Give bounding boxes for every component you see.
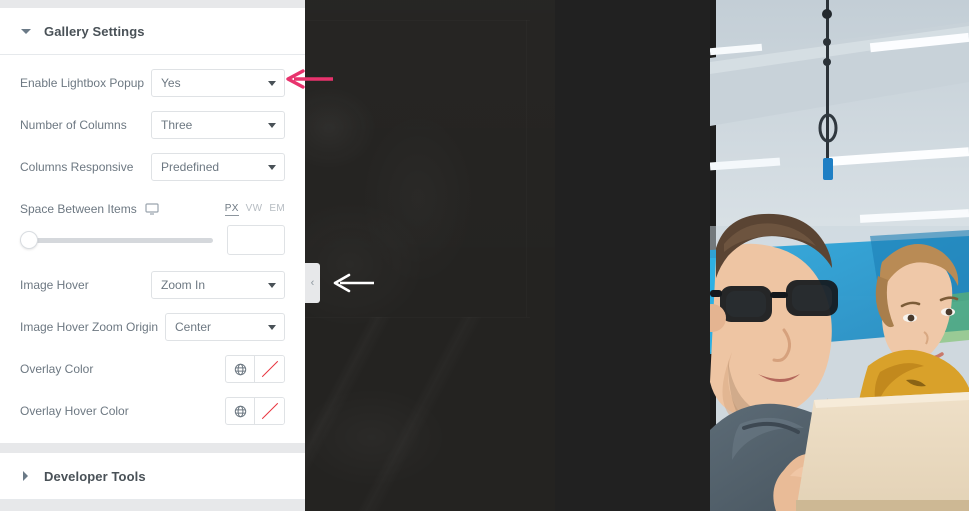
chevron-down-icon (268, 80, 276, 86)
label-image-hover: Image Hover (20, 278, 89, 292)
slider-track (20, 237, 213, 243)
caret-down-icon (20, 25, 32, 37)
row-space-between-items: Space Between Items PX VW EM (20, 195, 285, 223)
chevron-left-icon: ‹ (310, 276, 315, 289)
gallery-settings-body: Enable Lightbox Popup Yes Number of Colu… (0, 55, 305, 443)
editor-screen: Gallery Settings Enable Lightbox Popup Y… (0, 0, 969, 511)
enable-lightbox-select[interactable]: Yes (151, 69, 285, 97)
row-number-of-columns: Number of Columns Three (20, 111, 285, 139)
unit-vw[interactable]: VW (246, 203, 263, 215)
globe-icon[interactable] (226, 356, 255, 382)
panel-filler (0, 500, 305, 511)
space-between-items-control (20, 225, 285, 255)
overlay-color-picker[interactable] (225, 355, 285, 383)
label-number-of-columns: Number of Columns (20, 118, 127, 132)
unit-switcher: PX VW EM (224, 203, 285, 216)
caret-right-icon (20, 470, 32, 482)
overlay-color-swatch[interactable] (255, 356, 284, 382)
label-image-hover-zoom-origin: Image Hover Zoom Origin (20, 320, 159, 334)
chevron-down-icon (268, 164, 276, 170)
slider-handle[interactable] (20, 231, 38, 249)
image-hover-select[interactable]: Zoom In (151, 271, 285, 299)
columns-responsive-select[interactable]: Predefined (151, 153, 285, 181)
row-image-hover-zoom-origin: Image Hover Zoom Origin Center (20, 313, 285, 341)
row-overlay-hover-color: Overlay Hover Color (20, 397, 285, 425)
section-header-developer-tools[interactable]: Developer Tools (0, 453, 305, 500)
row-overlay-color: Overlay Color (20, 355, 285, 383)
label-enable-lightbox: Enable Lightbox Popup (20, 76, 145, 90)
enable-lightbox-value: Yes (161, 76, 181, 90)
columns-responsive-value: Predefined (161, 160, 220, 174)
panel-collapse-handle[interactable]: ‹ (305, 263, 320, 303)
settings-panel: Gallery Settings Enable Lightbox Popup Y… (0, 0, 305, 511)
image-hover-zoom-origin-value: Center (175, 320, 212, 334)
section-title: Developer Tools (44, 468, 146, 484)
chevron-down-icon (268, 282, 276, 288)
image-hover-zoom-origin-select[interactable]: Center (165, 313, 285, 341)
label-space-between-items: Space Between Items (20, 202, 137, 216)
label-overlay-hover-color: Overlay Hover Color (20, 404, 129, 418)
section-title: Gallery Settings (44, 23, 145, 39)
space-between-items-slider[interactable] (20, 229, 213, 251)
desktop-monitor-icon[interactable] (145, 202, 159, 216)
globe-icon[interactable] (226, 398, 255, 424)
panel-top-strip (0, 0, 305, 8)
gallery-photo-office[interactable] (710, 0, 969, 511)
unit-px[interactable]: PX (224, 203, 239, 216)
unit-em[interactable]: EM (269, 203, 285, 215)
space-between-items-input[interactable] (227, 225, 285, 255)
section-header-gallery-settings[interactable]: Gallery Settings (0, 8, 305, 55)
image-hover-value: Zoom In (161, 278, 206, 292)
number-of-columns-select[interactable]: Three (151, 111, 285, 139)
chevron-down-icon (268, 122, 276, 128)
overlay-hover-color-picker[interactable] (225, 397, 285, 425)
row-enable-lightbox: Enable Lightbox Popup Yes (20, 69, 285, 97)
chevron-down-icon (268, 324, 276, 330)
label-columns-responsive: Columns Responsive (20, 160, 134, 174)
overlay-hover-color-swatch[interactable] (255, 398, 284, 424)
row-image-hover: Image Hover Zoom In (20, 271, 285, 299)
row-columns-responsive: Columns Responsive Predefined (20, 153, 285, 181)
section-gap (0, 443, 305, 453)
number-of-columns-value: Three (161, 118, 193, 132)
label-overlay-color: Overlay Color (20, 362, 94, 376)
